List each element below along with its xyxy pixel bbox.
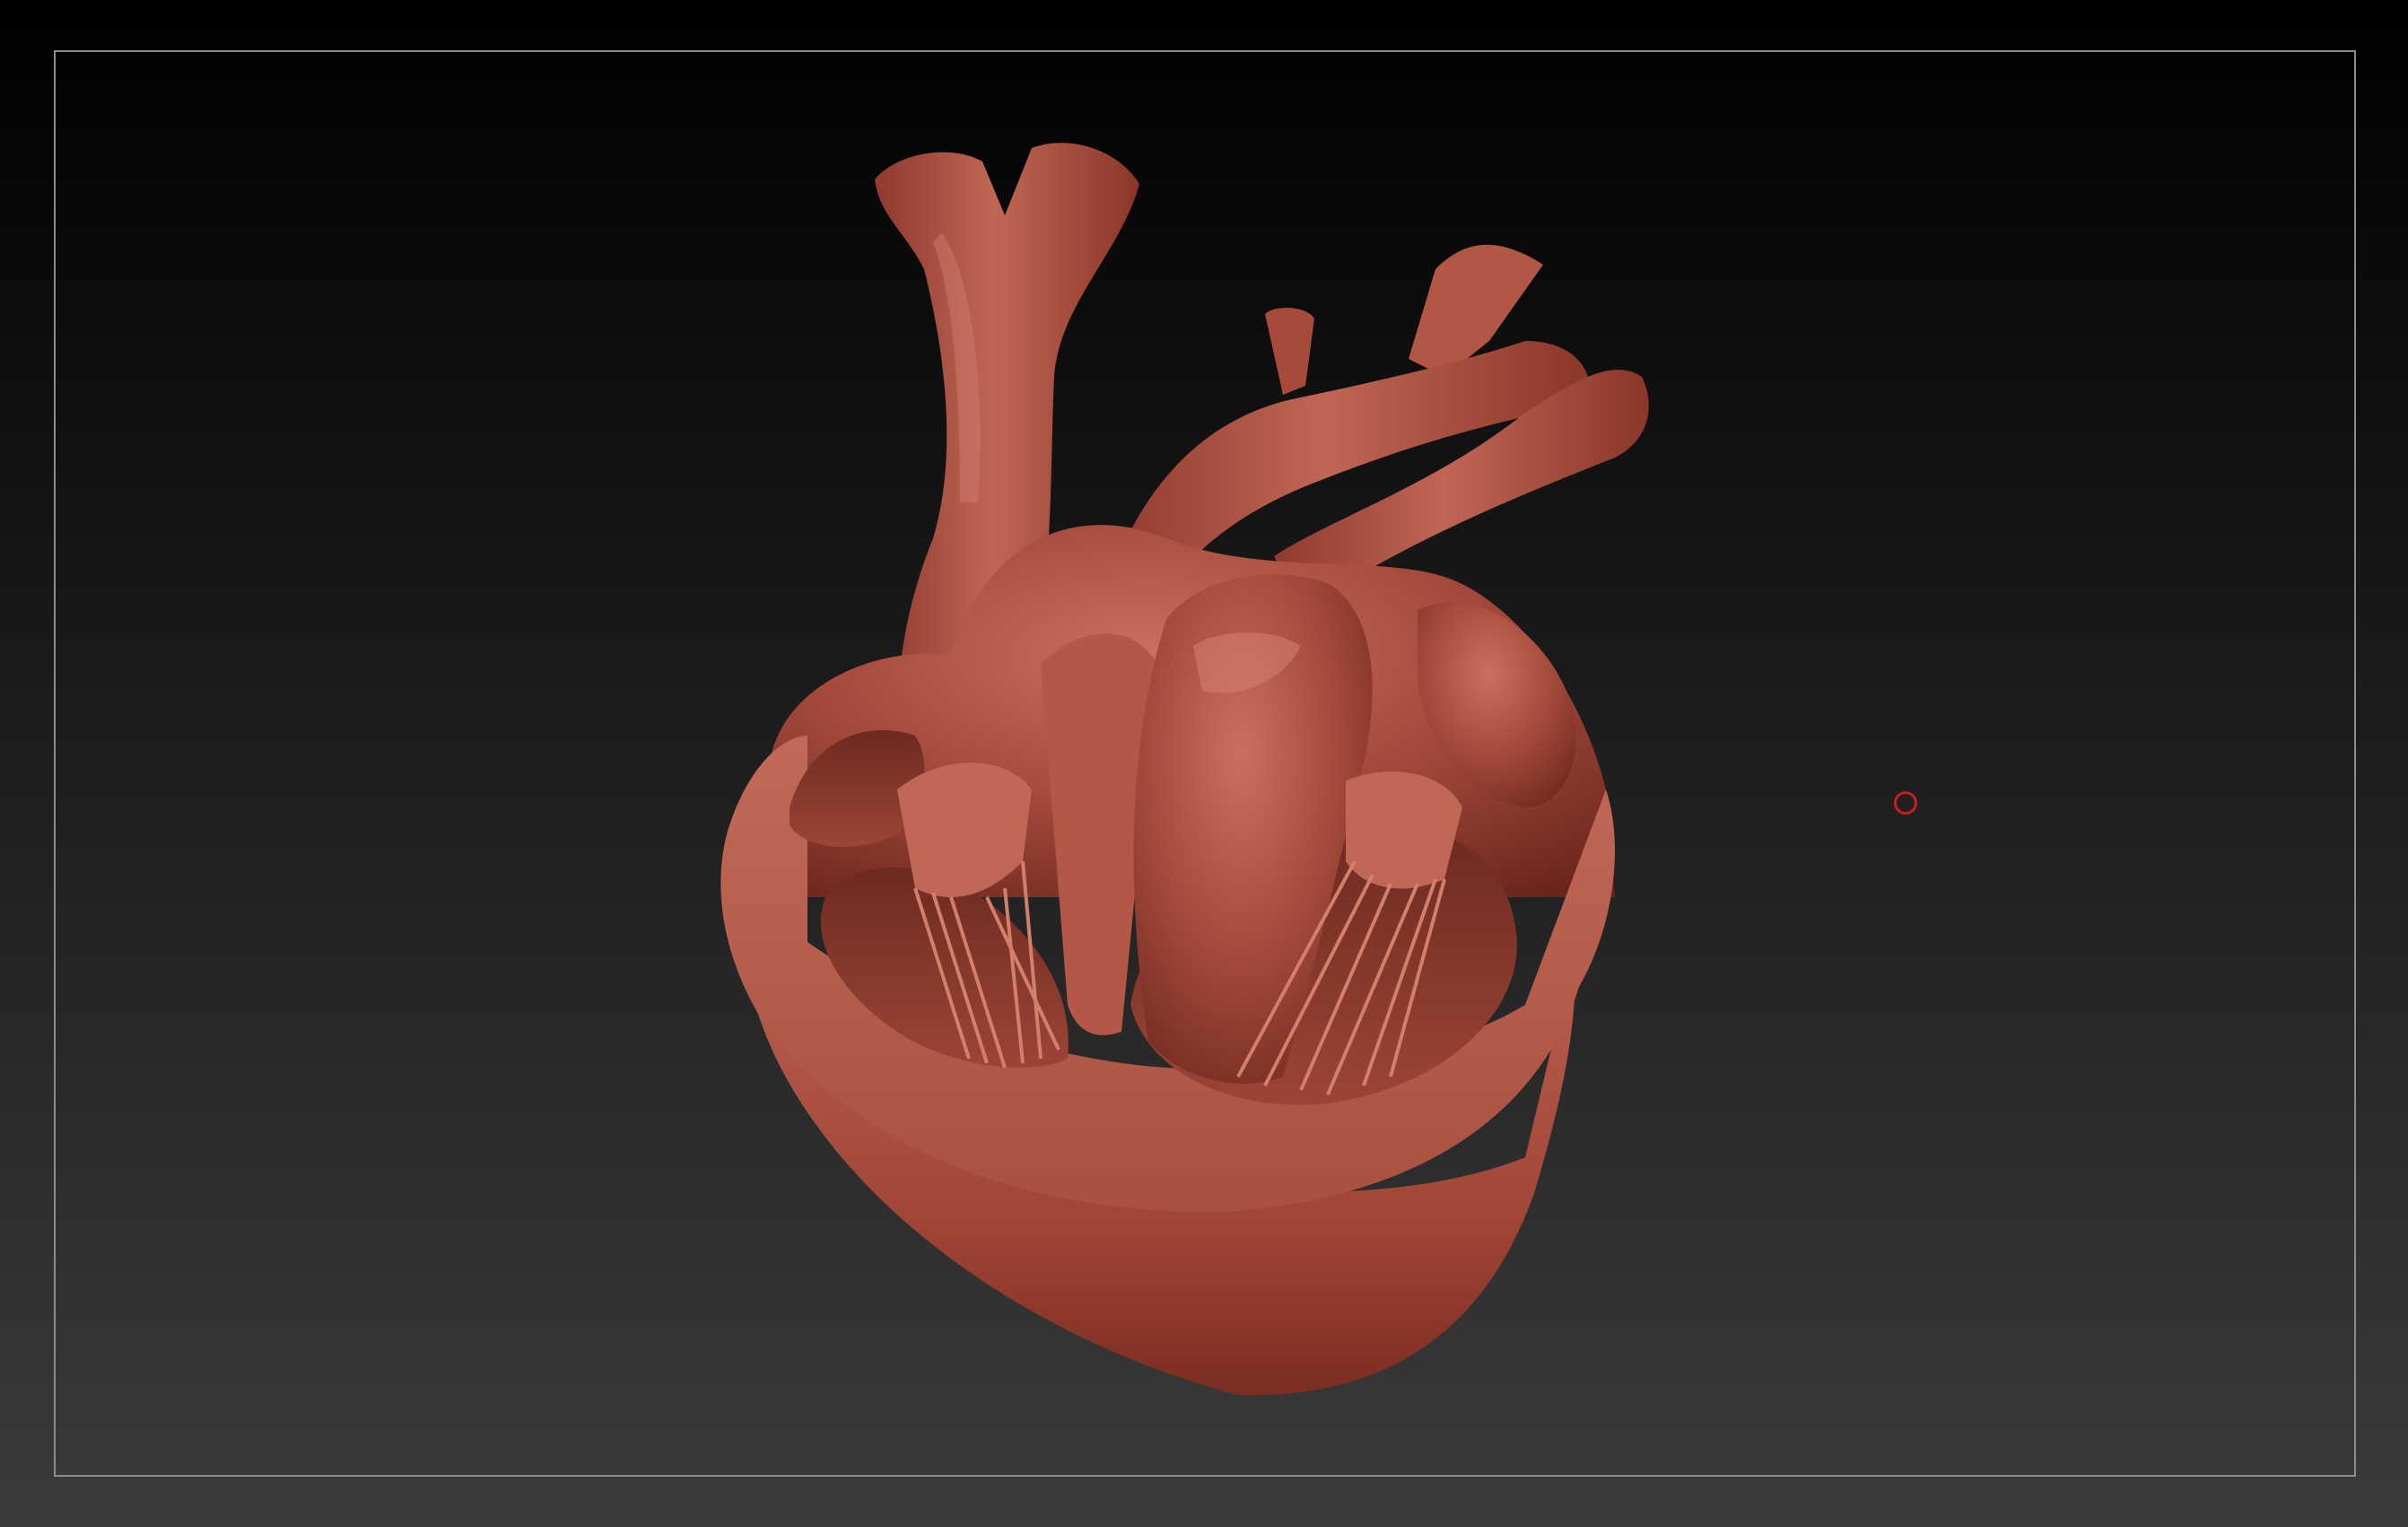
- sculpt-viewport[interactable]: [0, 0, 2408, 1527]
- canvas-frame: [54, 50, 2356, 1477]
- brush-circle-icon: [1894, 791, 1917, 815]
